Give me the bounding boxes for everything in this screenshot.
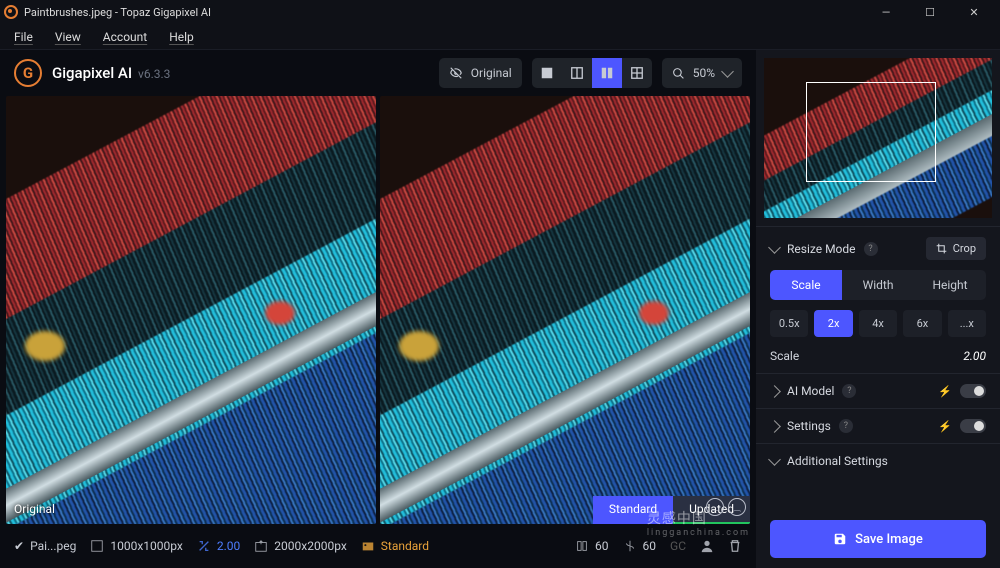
mult-6x[interactable]: 6x — [903, 310, 941, 337]
out-dimensions: 2000x2000px — [254, 539, 347, 553]
chevron-down-icon — [721, 65, 734, 78]
param-b: 60 — [623, 539, 657, 553]
zoom-control[interactable]: 50% — [662, 58, 742, 88]
navigator-thumbnail[interactable] — [764, 58, 992, 218]
view-mode-group — [532, 58, 652, 88]
crop-button[interactable]: Crop — [926, 237, 986, 260]
settings-toggle[interactable] — [960, 419, 986, 433]
param-a: 60 — [575, 539, 609, 553]
view-split-button[interactable] — [562, 58, 592, 88]
tab-scale[interactable]: Scale — [770, 270, 842, 300]
delete-button[interactable] — [728, 539, 742, 553]
tag-standard[interactable]: Standard — [593, 496, 673, 524]
model-chip: Standard — [361, 539, 429, 553]
menu-view[interactable]: View — [55, 30, 81, 44]
gc-chip: GC — [670, 539, 686, 553]
navigator-viewport-box[interactable] — [806, 82, 936, 182]
close-button[interactable]: ✕ — [952, 0, 996, 24]
mult-4x[interactable]: 4x — [859, 310, 897, 337]
crop-icon — [936, 243, 947, 254]
eye-off-icon — [449, 66, 463, 80]
ai-model-toggle[interactable] — [960, 384, 986, 398]
app-icon — [4, 5, 18, 19]
save-icon — [833, 532, 847, 546]
view-grid-button[interactable] — [622, 58, 652, 88]
feedback-sad-icon[interactable]: ⁔ — [728, 498, 746, 516]
scale-multipliers: 0.5x 2x 4x 6x ...x — [770, 310, 986, 337]
preview-pane[interactable]: Standard Updated — [380, 96, 750, 524]
scale-chip: 2.00 — [197, 539, 240, 553]
original-label: Original — [14, 502, 55, 516]
face-button[interactable] — [700, 539, 714, 553]
person-icon — [700, 539, 714, 553]
zoom-icon — [672, 67, 685, 80]
save-image-button[interactable]: Save Image — [770, 520, 986, 558]
window-title: Paintbrushes.jpeg - Topaz Gigapixel AI — [24, 6, 864, 19]
view-side-by-side-button[interactable] — [592, 58, 622, 88]
help-icon[interactable]: ? — [839, 419, 853, 433]
logo-icon: G — [14, 59, 42, 87]
chevron-down-icon[interactable] — [768, 453, 781, 466]
help-icon[interactable]: ? — [842, 384, 856, 398]
chevron-right-icon[interactable] — [768, 420, 781, 433]
bolt-icon: ⚡ — [938, 420, 952, 433]
ai-model-label: AI Model — [787, 384, 834, 398]
scale-value[interactable]: 2.00 — [963, 349, 986, 363]
help-icon[interactable]: ? — [864, 242, 878, 256]
output-icon — [254, 539, 268, 553]
mult-0-5x[interactable]: 0.5x — [770, 310, 808, 337]
chevron-right-icon[interactable] — [768, 385, 781, 398]
scale-label: Scale — [770, 349, 799, 363]
resize-mode-tabs: Scale Width Height — [770, 270, 986, 300]
slider-b-icon — [623, 539, 637, 553]
mult-2x[interactable]: 2x — [814, 310, 852, 337]
menu-help[interactable]: Help — [169, 30, 194, 44]
tab-height[interactable]: Height — [914, 270, 986, 300]
additional-settings-label: Additional Settings — [787, 454, 888, 468]
menu-file[interactable]: File — [14, 30, 33, 44]
resize-mode-label: Resize Mode — [787, 242, 856, 256]
bolt-icon: ⚡ — [938, 385, 952, 398]
mult-custom[interactable]: ...x — [948, 310, 986, 337]
settings-label: Settings — [787, 419, 831, 433]
app-name: Gigapixel AI v6.3.3 — [52, 64, 170, 82]
slider-a-icon — [575, 539, 589, 553]
toggle-original-button[interactable]: Original — [439, 58, 522, 88]
scale-icon — [197, 539, 211, 553]
feedback-happy-icon[interactable]: ‿ — [706, 498, 724, 516]
model-icon — [361, 539, 375, 553]
trash-icon — [728, 539, 742, 553]
tab-width[interactable]: Width — [842, 270, 914, 300]
chevron-down-icon[interactable] — [768, 241, 781, 254]
dimensions-icon — [90, 539, 104, 553]
maximize-button[interactable]: ☐ — [908, 0, 952, 24]
view-single-button[interactable] — [532, 58, 562, 88]
menu-account[interactable]: Account — [103, 30, 147, 44]
file-chip[interactable]: ✔ Pai...peg — [14, 539, 76, 553]
original-pane[interactable]: Original — [6, 96, 376, 524]
minimize-button[interactable]: — — [864, 0, 908, 24]
src-dimensions: 1000x1000px — [90, 539, 183, 553]
